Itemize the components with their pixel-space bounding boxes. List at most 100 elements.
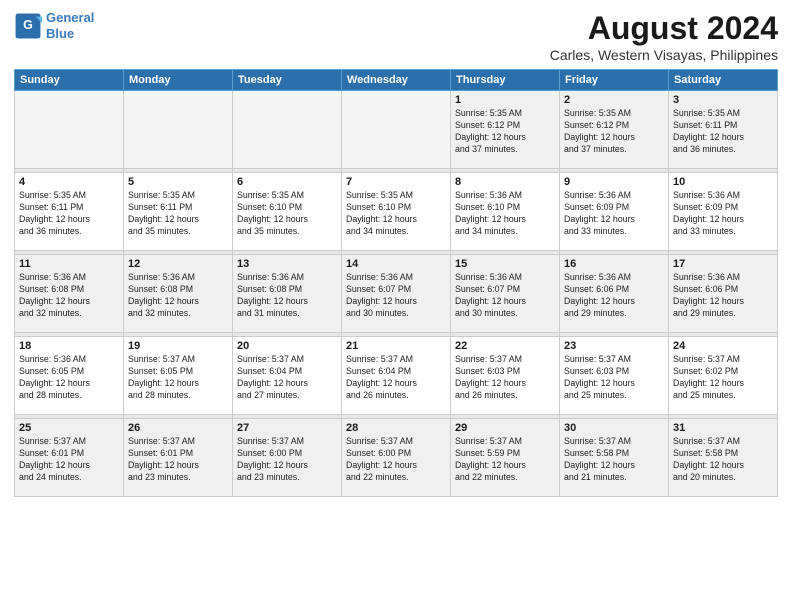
calendar-table: SundayMondayTuesdayWednesdayThursdayFrid…: [14, 69, 778, 497]
day-number: 7: [346, 176, 446, 188]
day-number: 11: [19, 258, 119, 270]
calendar-cell: 17Sunrise: 5:36 AMSunset: 6:06 PMDayligh…: [669, 255, 778, 333]
day-number: 1: [455, 94, 555, 106]
calendar-cell: 29Sunrise: 5:37 AMSunset: 5:59 PMDayligh…: [451, 419, 560, 497]
day-info: Sunrise: 5:37 AMSunset: 6:01 PMDaylight:…: [19, 436, 119, 484]
svg-text:G: G: [23, 18, 33, 32]
day-info: Sunrise: 5:37 AMSunset: 6:04 PMDaylight:…: [346, 354, 446, 402]
day-info: Sunrise: 5:37 AMSunset: 6:01 PMDaylight:…: [128, 436, 228, 484]
calendar-cell: 15 Sunrise: 5:36 AMSunset: 6:07 PMDayligh…: [451, 255, 560, 333]
calendar-week-4: 18 Sunrise: 5:36 AMSunset: 6:05 PMDayligh…: [15, 337, 778, 415]
day-number: 3: [673, 94, 773, 106]
header: G General Blue August 2024 Carles, Weste…: [14, 10, 778, 63]
calendar-header-saturday: Saturday: [669, 70, 778, 91]
day-number: 21: [346, 340, 446, 352]
day-info: Sunrise: 5:37 AMSunset: 5:58 PMDaylight:…: [673, 436, 773, 484]
day-info: Sunrise: 5:36 AMSunset: 6:05 PMDaylight:…: [19, 354, 119, 402]
calendar-week-2: 4 Sunrise: 5:35 AMSunset: 6:11 PMDaylight…: [15, 173, 778, 251]
calendar-cell: 23 Sunrise: 5:37 AMSunset: 6:03 PMDayligh…: [560, 337, 669, 415]
calendar-cell: 24Sunrise: 5:37 AMSunset: 6:02 PMDayligh…: [669, 337, 778, 415]
calendar-cell: 10 Sunrise: 5:36 AMSunset: 6:09 PMDayligh…: [669, 173, 778, 251]
calendar-week-5: 25 Sunrise: 5:37 AMSunset: 6:01 PMDayligh…: [15, 419, 778, 497]
calendar-header-friday: Friday: [560, 70, 669, 91]
calendar-header-row: SundayMondayTuesdayWednesdayThursdayFrid…: [15, 70, 778, 91]
calendar-cell: 4 Sunrise: 5:35 AMSunset: 6:11 PMDaylight…: [15, 173, 124, 251]
calendar-week-3: 11 Sunrise: 5:36 AMSunset: 6:08 PMDayligh…: [15, 255, 778, 333]
day-number: 2: [564, 94, 664, 106]
calendar-cell: 25 Sunrise: 5:37 AMSunset: 6:01 PMDayligh…: [15, 419, 124, 497]
day-info: Sunrise: 5:37 AMSunset: 6:03 PMDaylight:…: [564, 354, 664, 402]
day-number: 31: [673, 422, 773, 434]
day-number: 4: [19, 176, 119, 188]
month-title: August 2024: [550, 10, 778, 47]
day-number: 9: [564, 176, 664, 188]
calendar-cell: [124, 91, 233, 169]
calendar-cell: 11Sunrise: 5:36 AMSunset: 6:08 PMDayligh…: [15, 255, 124, 333]
logo-text: General Blue: [46, 10, 94, 41]
day-info: Sunrise: 5:36 AMSunset: 6:08 PMDaylight:…: [237, 272, 337, 320]
calendar-cell: 26Sunrise: 5:37 AMSunset: 6:01 PMDayligh…: [124, 419, 233, 497]
calendar-cell: 13 Sunrise: 5:36 AMSunset: 6:08 PMDayligh…: [233, 255, 342, 333]
day-number: 8: [455, 176, 555, 188]
day-info: Sunrise: 5:35 AMSunset: 6:11 PMDaylight:…: [673, 108, 773, 156]
calendar-cell: 20Sunrise: 5:37 AMSunset: 6:04 PMDayligh…: [233, 337, 342, 415]
calendar-cell: 12Sunrise: 5:36 AMSunset: 6:08 PMDayligh…: [124, 255, 233, 333]
calendar-cell: 14 Sunrise: 5:36 AMSunset: 6:07 PMDayligh…: [342, 255, 451, 333]
day-info: Sunrise: 5:36 AMSunset: 6:07 PMDaylight:…: [346, 272, 446, 320]
calendar-cell: 19 Sunrise: 5:37 AMSunset: 6:05 PMDayligh…: [124, 337, 233, 415]
day-number: 18: [19, 340, 119, 352]
calendar-cell: 22Sunrise: 5:37 AMSunset: 6:03 PMDayligh…: [451, 337, 560, 415]
calendar-header-tuesday: Tuesday: [233, 70, 342, 91]
day-info: Sunrise: 5:35 AMSunset: 6:12 PMDaylight:…: [564, 108, 664, 156]
day-number: 14: [346, 258, 446, 270]
day-info: Sunrise: 5:35 AMSunset: 6:10 PMDaylight:…: [237, 190, 337, 238]
calendar-cell: 9 Sunrise: 5:36 AMSunset: 6:09 PMDaylight…: [560, 173, 669, 251]
day-info: Sunrise: 5:35 AMSunset: 6:10 PMDaylight:…: [346, 190, 446, 238]
calendar-cell: 1Sunrise: 5:35 AMSunset: 6:12 PMDaylight…: [451, 91, 560, 169]
calendar-cell: 3 Sunrise: 5:35 AMSunset: 6:11 PMDaylight…: [669, 91, 778, 169]
logo-line1: General: [46, 10, 94, 25]
calendar-cell: 18 Sunrise: 5:36 AMSunset: 6:05 PMDayligh…: [15, 337, 124, 415]
day-number: 10: [673, 176, 773, 188]
title-area: August 2024 Carles, Western Visayas, Phi…: [550, 10, 778, 63]
day-info: Sunrise: 5:36 AMSunset: 6:06 PMDaylight:…: [564, 272, 664, 320]
calendar-cell: 16 Sunrise: 5:36 AMSunset: 6:06 PMDayligh…: [560, 255, 669, 333]
day-number: 19: [128, 340, 228, 352]
logo-line2: Blue: [46, 26, 74, 41]
logo-icon: G: [14, 12, 42, 40]
day-number: 6: [237, 176, 337, 188]
day-info: Sunrise: 5:36 AMSunset: 6:09 PMDaylight:…: [564, 190, 664, 238]
day-info: Sunrise: 5:37 AMSunset: 6:03 PMDaylight:…: [455, 354, 555, 402]
calendar-cell: [15, 91, 124, 169]
calendar-cell: 28Sunrise: 5:37 AMSunset: 6:00 PMDayligh…: [342, 419, 451, 497]
calendar-cell: 8Sunrise: 5:36 AMSunset: 6:10 PMDaylight…: [451, 173, 560, 251]
calendar-cell: 5Sunrise: 5:35 AMSunset: 6:11 PMDaylight…: [124, 173, 233, 251]
calendar-cell: 2 Sunrise: 5:35 AMSunset: 6:12 PMDaylight…: [560, 91, 669, 169]
day-number: 25: [19, 422, 119, 434]
day-number: 30: [564, 422, 664, 434]
day-number: 23: [564, 340, 664, 352]
day-number: 24: [673, 340, 773, 352]
calendar-cell: 27Sunrise: 5:37 AMSunset: 6:00 PMDayligh…: [233, 419, 342, 497]
calendar-cell: 30 Sunrise: 5:37 AMSunset: 5:58 PMDayligh…: [560, 419, 669, 497]
calendar-cell: 31 Sunrise: 5:37 AMSunset: 5:58 PMDayligh…: [669, 419, 778, 497]
calendar-header-monday: Monday: [124, 70, 233, 91]
calendar-header-sunday: Sunday: [15, 70, 124, 91]
calendar-cell: 21 Sunrise: 5:37 AMSunset: 6:04 PMDayligh…: [342, 337, 451, 415]
day-info: Sunrise: 5:37 AMSunset: 6:00 PMDaylight:…: [346, 436, 446, 484]
calendar-week-1: 1 Sunrise: 5:35 AMSunset: 6:12 PMDaylight…: [15, 91, 778, 169]
day-number: 16: [564, 258, 664, 270]
day-info: Sunrise: 5:36 AMSunset: 6:07 PMDaylight:…: [455, 272, 555, 320]
day-number: 20: [237, 340, 337, 352]
day-info: Sunrise: 5:36 AMSunset: 6:09 PMDaylight:…: [673, 190, 773, 238]
page: G General Blue August 2024 Carles, Weste…: [0, 0, 792, 612]
logo: G General Blue: [14, 10, 94, 41]
day-info: Sunrise: 5:36 AMSunset: 6:06 PMDaylight:…: [673, 272, 773, 320]
day-info: Sunrise: 5:37 AMSunset: 6:05 PMDaylight:…: [128, 354, 228, 402]
day-info: Sunrise: 5:35 AMSunset: 6:11 PMDaylight:…: [19, 190, 119, 238]
day-number: 15: [455, 258, 555, 270]
calendar-cell: [342, 91, 451, 169]
day-info: Sunrise: 5:37 AMSunset: 5:58 PMDaylight:…: [564, 436, 664, 484]
day-info: Sunrise: 5:37 AMSunset: 6:00 PMDaylight:…: [237, 436, 337, 484]
day-number: 13: [237, 258, 337, 270]
